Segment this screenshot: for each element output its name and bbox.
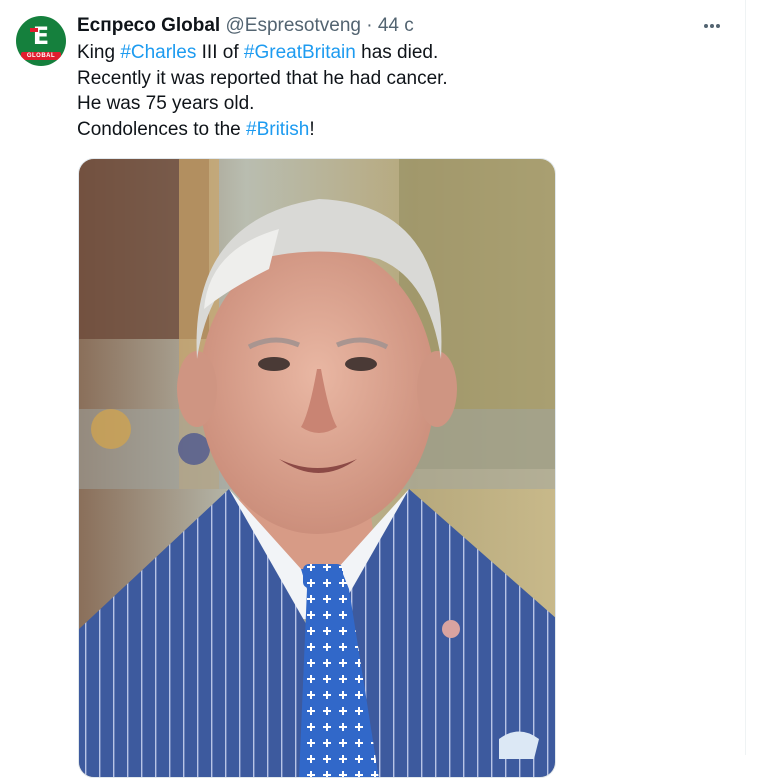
tweet-media-photo[interactable]: [78, 158, 556, 778]
text-segment: III of: [196, 42, 244, 63]
tweet-line-1: King #Charles III of #GreatBritain has d…: [77, 40, 727, 66]
tweet-line-2: Recently it was reported that he had can…: [77, 67, 448, 89]
avatar[interactable]: E GLOBAL: [16, 16, 66, 66]
avatar-logo-accent: [30, 28, 38, 32]
photo-of-king-charles: [79, 159, 555, 777]
avatar-logo-band: GLOBAL: [21, 52, 61, 60]
tweet-header: Еспресо Global @Espresotveng · 44 с: [77, 14, 414, 38]
tweet-timestamp[interactable]: 44 с: [378, 15, 414, 36]
hashtag-british[interactable]: #British: [246, 119, 309, 140]
text-segment: Condolences to the: [77, 118, 247, 140]
text-segment: has died.: [355, 42, 439, 63]
text-segment: King: [77, 42, 121, 63]
tweet-text: King #Charles III of #GreatBritain has d…: [77, 40, 727, 142]
timeline-right-border: [745, 0, 746, 755]
tweet-line-4: Condolences to the #British!: [77, 117, 727, 143]
author-handle[interactable]: @Espresotveng: [226, 15, 361, 36]
header-separator: ·: [366, 15, 373, 36]
more-horizontal-icon[interactable]: [700, 14, 724, 38]
text-segment: !: [309, 118, 315, 140]
avatar-logo-letter: E: [32, 22, 50, 50]
hashtag-charles[interactable]: #Charles: [120, 42, 196, 63]
tweet-line-3: He was 75 years old.: [77, 93, 255, 114]
author-display-name[interactable]: Еспресо Global: [77, 15, 220, 36]
hashtag-greatbritain[interactable]: #GreatBritain: [244, 42, 356, 63]
